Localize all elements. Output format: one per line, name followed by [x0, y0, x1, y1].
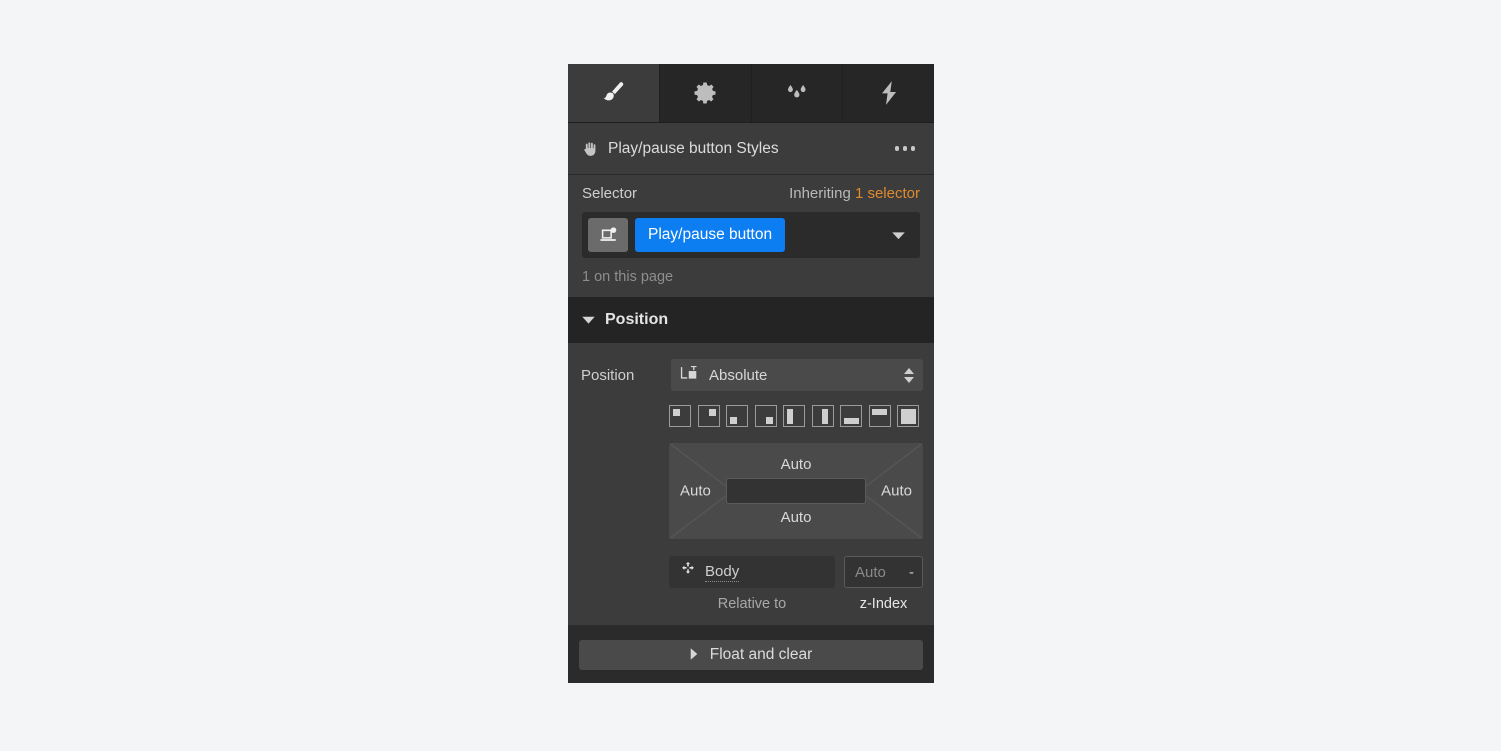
position-absolute-icon: [680, 365, 699, 386]
ellipsis-icon[interactable]: [893, 140, 918, 157]
position-label: Position: [581, 366, 635, 384]
effects-tab[interactable]: [843, 64, 934, 122]
panel-title-row: Play/pause button Styles: [568, 123, 934, 175]
position-section-header[interactable]: Position: [568, 297, 934, 343]
position-select[interactable]: Absolute: [671, 359, 923, 391]
position-value: Absolute: [709, 366, 768, 384]
relative-to-value: Body: [705, 562, 740, 582]
interactions-tab[interactable]: [752, 64, 844, 122]
page-title: Play/pause button Styles: [608, 139, 779, 157]
offset-bottom-value[interactable]: Auto: [669, 510, 923, 525]
z-index-field[interactable]: Auto -: [844, 556, 923, 588]
droplets-icon: [782, 80, 812, 106]
section-title: Position: [605, 311, 669, 328]
offset-right-value[interactable]: Auto: [881, 484, 912, 499]
selector-header: Selector Inheriting 1 selector: [582, 185, 920, 212]
offset-left-value[interactable]: Auto: [680, 484, 711, 499]
inheriting-prefix: Inheriting: [789, 185, 855, 202]
z-index-caption: z-Index: [859, 596, 908, 612]
position-row: Position Absolute: [579, 359, 923, 391]
selector-usage-count: 1 on this page: [582, 269, 674, 285]
align-top-right-button[interactable]: [697, 405, 720, 427]
offset-top-value[interactable]: Auto: [669, 457, 923, 472]
align-top-left-button[interactable]: [669, 405, 691, 427]
relative-to-caption: Relative to: [717, 596, 787, 612]
selector-label: Selector: [582, 185, 638, 202]
gear-icon: [691, 79, 719, 107]
align-bottom-left-button[interactable]: [726, 405, 748, 427]
align-right-full-button[interactable]: [811, 405, 834, 427]
relative-zindex-row: Body Auto -: [669, 556, 923, 588]
style-tab[interactable]: [568, 64, 660, 122]
float-and-clear-label: Float and clear: [709, 646, 813, 663]
chevron-down-icon[interactable]: [891, 231, 914, 240]
align-bottom-right-button[interactable]: [754, 405, 777, 427]
float-and-clear-row[interactable]: Float and clear: [579, 640, 923, 670]
offset-center-input[interactable]: [726, 478, 866, 504]
z-index-dash[interactable]: -: [909, 564, 914, 581]
paintbrush-icon: [598, 78, 628, 108]
align-bottom-stretch-button[interactable]: [840, 405, 862, 427]
selector-block: Selector Inheriting 1 selector Play/paus…: [568, 175, 934, 297]
stepper-updown-icon[interactable]: [904, 367, 914, 383]
caret-down-icon: [582, 316, 595, 324]
device-badge-icon[interactable]: [588, 218, 628, 252]
caret-right-icon: [690, 647, 698, 664]
hand-icon: [580, 139, 600, 159]
alignment-presets: [669, 405, 923, 427]
align-fill-button[interactable]: [897, 405, 919, 427]
selector-chip[interactable]: Play/pause button: [635, 218, 786, 252]
relative-to-field[interactable]: Body: [669, 556, 835, 588]
offset-box: Auto Auto Auto Auto: [669, 443, 923, 539]
z-index-value: Auto: [855, 563, 886, 581]
position-section-body: Position Absolute Auto Auto Auto Auto Bo…: [568, 343, 934, 625]
style-panel: Play/pause button Styles Selector Inheri…: [568, 64, 934, 683]
move-target-icon: [680, 562, 696, 582]
align-left-full-button[interactable]: [783, 405, 805, 427]
inheriting-count[interactable]: 1 selector: [855, 185, 920, 202]
selector-field[interactable]: Play/pause button: [582, 212, 920, 258]
align-top-stretch-button[interactable]: [868, 405, 891, 427]
settings-tab[interactable]: [660, 64, 752, 122]
lightning-icon: [876, 79, 902, 107]
panel-tab-bar: [568, 64, 934, 123]
inheriting-info: Inheriting 1 selector: [789, 185, 920, 202]
field-captions-row: Relative to z-Index: [669, 596, 923, 612]
